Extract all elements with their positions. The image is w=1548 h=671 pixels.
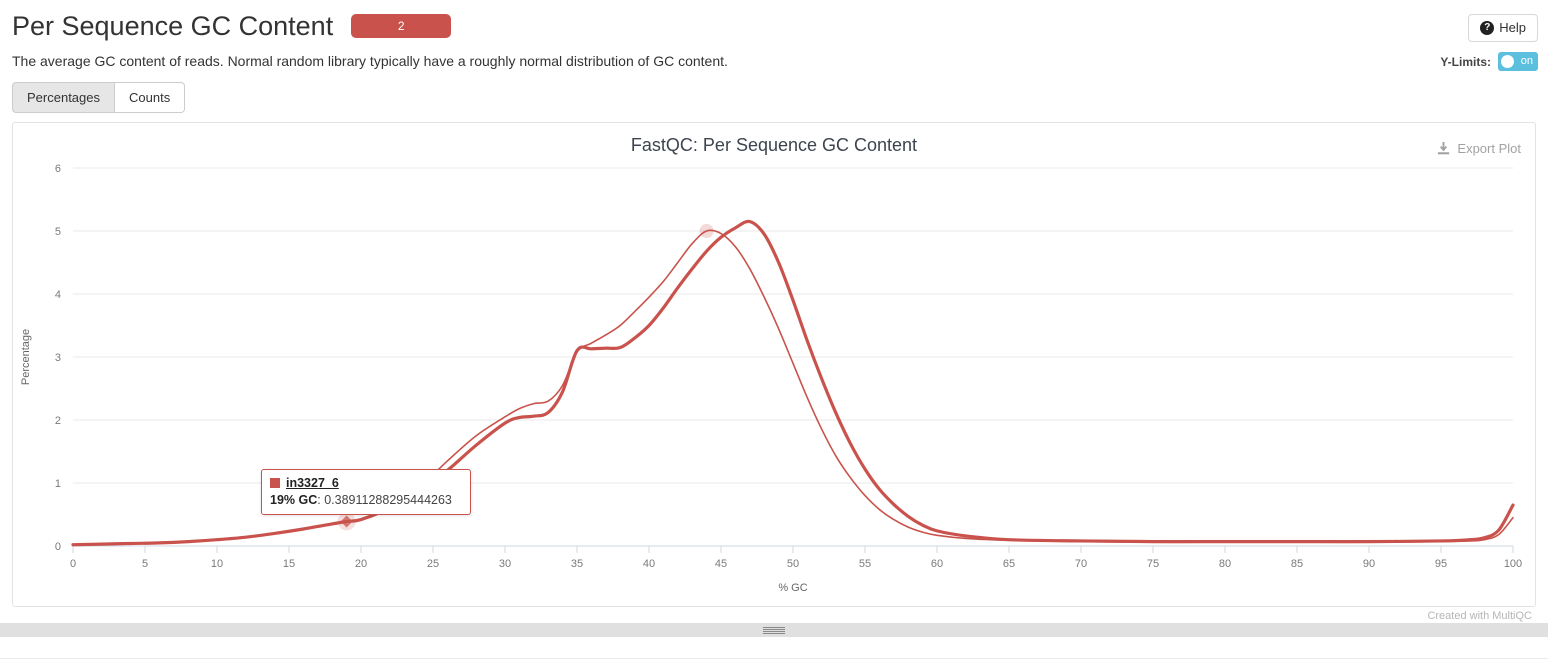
svg-text:0: 0 [70,558,76,570]
y-limits-toggle[interactable]: on [1498,52,1538,71]
plot-canvas[interactable]: 01234560 5 10 15 20 25 30 35 40 45 50 55 60 65 70 75 80 8… [13,123,1535,606]
svg-text:75: 75 [1147,558,1159,570]
svg-text:10: 10 [211,558,223,570]
svg-text:65: 65 [1003,558,1015,570]
svg-text:95: 95 [1435,558,1447,570]
y-limits-label: Y-Limits: [1440,54,1491,69]
svg-text:0: 0 [55,541,61,553]
svg-text:4: 4 [55,289,61,301]
svg-text:100: 100 [1504,558,1522,570]
svg-text:% GC: % GC [778,582,807,594]
question-circle-icon: ? [1480,21,1495,35]
svg-text:25: 25 [427,558,439,570]
svg-text:40: 40 [643,558,655,570]
svg-text:6: 6 [55,163,61,175]
header-row: Per Sequence GC Content 2 [12,10,452,42]
tooltip-sample-name: in3327_6 [286,476,339,490]
status-badge: 2 [351,14,452,38]
page-description: The average GC content of reads. Normal … [12,53,728,69]
help-button-label: Help [1499,20,1526,35]
svg-text:2: 2 [55,415,61,427]
tab-percentages[interactable]: Percentages [12,82,115,113]
svg-text:15: 15 [283,558,295,570]
y-limits-control: Y-Limits: on [1440,52,1538,71]
multiqc-credit: Created with MultiQC [1427,610,1532,622]
tooltip-header: in3327_6 [270,476,462,490]
svg-text:Percentage: Percentage [20,329,32,385]
svg-text:80: 80 [1219,558,1231,570]
svg-text:55: 55 [859,558,871,570]
help-button[interactable]: ? Help [1468,14,1538,42]
dataset-tabs: Percentages Counts [12,82,186,113]
tooltip-value: 0.38911288295444263 [324,493,452,507]
svg-text:20: 20 [355,558,367,570]
toggle-knob [1501,55,1514,68]
tab-counts[interactable]: Counts [115,82,186,113]
svg-text:45: 45 [715,558,727,570]
page-root: Per Sequence GC Content 2 The average GC… [0,0,1548,671]
bottom-divider [0,658,1548,659]
svg-text:5: 5 [142,558,148,570]
svg-text:60: 60 [931,558,943,570]
panel-resize-handle[interactable] [0,623,1548,637]
tooltip-key: 19% GC [270,493,318,507]
chart-panel: FastQC: Per Sequence GC Content Export P… [12,122,1536,607]
svg-text:1: 1 [55,478,61,490]
svg-text:3: 3 [55,352,61,364]
svg-text:85: 85 [1291,558,1303,570]
svg-text:35: 35 [571,558,583,570]
svg-text:90: 90 [1363,558,1375,570]
svg-text:5: 5 [55,226,61,238]
page-title: Per Sequence GC Content [12,11,334,41]
grip-icon [763,626,785,634]
svg-text:30: 30 [499,558,511,570]
svg-text:50: 50 [787,558,799,570]
tooltip-value-row: 19% GC: 0.38911288295444263 [270,493,462,507]
series-color-swatch [270,478,280,488]
toggle-state-label: on [1520,55,1533,67]
svg-text:70: 70 [1075,558,1087,570]
chart-tooltip: in3327_6 19% GC: 0.38911288295444263 [261,469,471,515]
